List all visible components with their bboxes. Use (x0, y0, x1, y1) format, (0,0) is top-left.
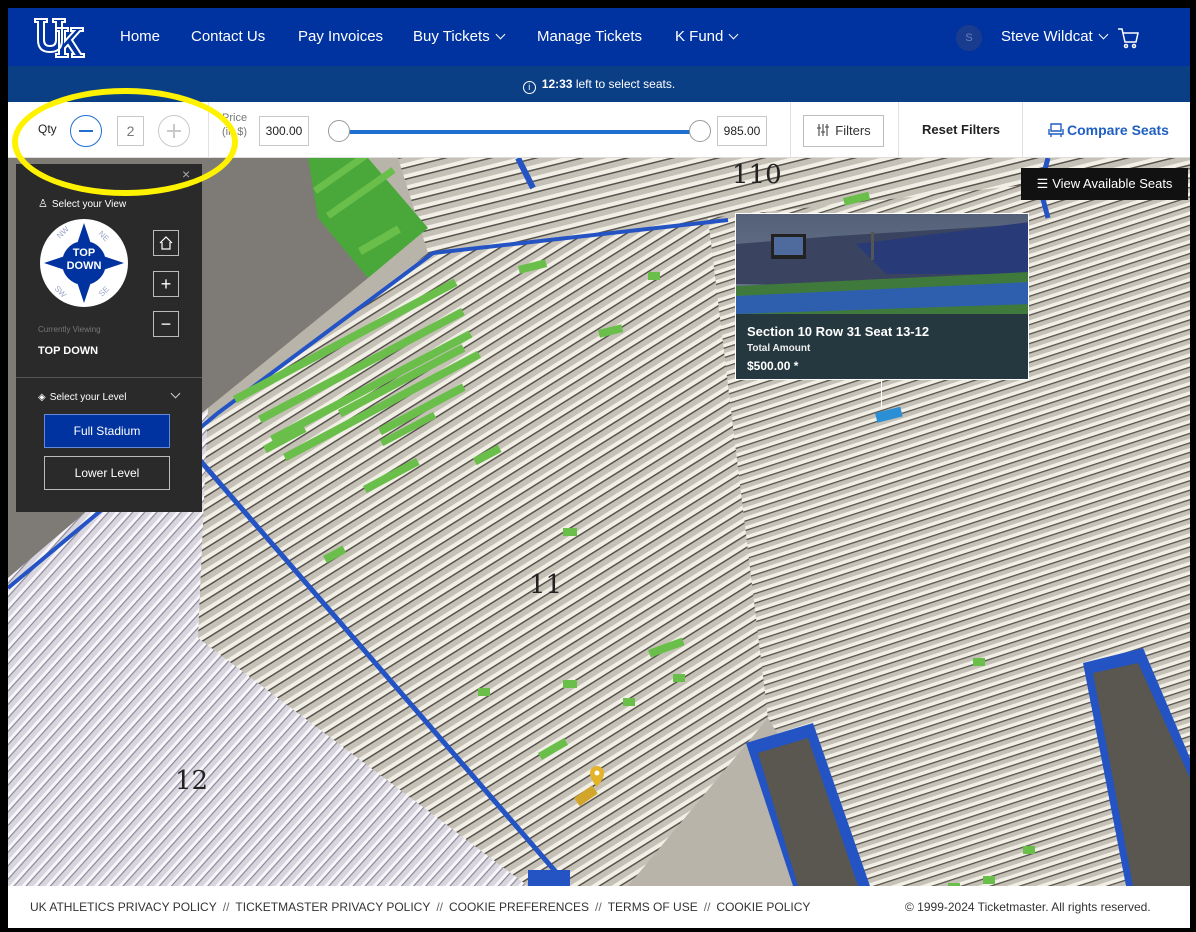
view-control-panel: × ♙ Select your View NW NE SW SE TOP DOWN … (16, 164, 202, 512)
seat-preview-card[interactable]: Section 10 Row 31 Seat 13-12 Total Amoun… (735, 213, 1029, 380)
nav-contact-us[interactable]: Contact Us (191, 28, 265, 45)
divider (790, 102, 791, 158)
select-level-label[interactable]: ◈ Select your Level (38, 392, 126, 403)
footer-separator: // (436, 900, 444, 914)
select-view-label: ♙ Select your View (38, 197, 126, 210)
section-label-12: 12 (175, 766, 209, 796)
seat-price: $500.00 * (747, 359, 799, 373)
section-label-11: 11 (529, 570, 563, 600)
layers-icon: ◈ (38, 392, 46, 403)
select-level-text: Select your Level (49, 392, 127, 403)
list-icon: ☰ (1036, 176, 1049, 191)
compass-sw: SW (53, 284, 69, 300)
nav-contact-us-label: Contact Us (191, 28, 266, 45)
stadium-view-image (736, 214, 1028, 379)
nav-pay-invoices[interactable]: Pay Invoices (298, 28, 383, 45)
footer-separator: // (222, 900, 230, 914)
card-pointer-line (881, 380, 882, 408)
nav-manage-tickets-label: Manage Tickets (537, 28, 643, 45)
footer: UK ATHLETICS PRIVACY POLICY // TICKETMASTE… (8, 886, 1190, 928)
home-icon (159, 236, 173, 250)
nav-home-label: Home (120, 28, 161, 45)
chevron-down-icon (495, 29, 506, 40)
select-view-text: Select your View (51, 199, 127, 210)
section-label-110: 110 (732, 160, 782, 190)
sliders-icon (817, 124, 830, 136)
home-view-button[interactable] (153, 230, 179, 256)
uk-logo[interactable] (32, 16, 88, 60)
compass-label-line1: TOP (72, 247, 96, 259)
nav-k-fund-label: K Fund (675, 28, 724, 45)
divider (1022, 102, 1023, 158)
level-lower-button[interactable]: Lower Level (44, 456, 170, 490)
price-slider-max-handle[interactable] (689, 120, 711, 142)
footer-separator: // (703, 900, 711, 914)
currently-viewing-label: Currently Viewing (38, 325, 101, 334)
nav-home[interactable]: Home (120, 28, 160, 45)
seat-section-text: Section 10 Row 31 Seat 13-12 (747, 324, 930, 339)
footer-links: UK ATHLETICS PRIVACY POLICY // TICKETMASTE… (30, 900, 810, 914)
chevron-down-icon[interactable] (170, 388, 181, 399)
reset-filters-button[interactable]: Reset Filters (922, 122, 1000, 137)
divider (898, 102, 899, 158)
top-navigation: Home Contact Us Pay Invoices Buy Tickets… (8, 8, 1190, 66)
user-menu[interactable]: Steve Wildcat (1001, 28, 1109, 45)
level-full-stadium-button[interactable]: Full Stadium (44, 414, 170, 448)
nav-manage-tickets[interactable]: Manage Tickets (537, 28, 642, 45)
price-slider-track[interactable] (338, 130, 700, 134)
chevron-down-icon (728, 29, 739, 40)
copyright: © 1999-2024 Ticketmaster. All rights res… (905, 900, 1151, 914)
price-slider-min-handle[interactable] (328, 120, 350, 142)
compass-label-line2: DOWN (66, 260, 102, 272)
chevron-down-icon (1098, 29, 1109, 40)
price-max-input[interactable]: 985.00 (717, 116, 767, 146)
footer-separator: // (595, 900, 602, 914)
footer-link-uk-privacy[interactable]: UK ATHLETICS PRIVACY POLICY (30, 900, 217, 914)
compare-seats-label: Compare Seats (1067, 122, 1169, 138)
total-amount-label: Total Amount (747, 343, 811, 354)
compass-se: SE (97, 285, 111, 299)
currently-viewing-value: TOP DOWN (38, 345, 99, 357)
zoom-out-button[interactable]: − (153, 311, 179, 337)
chair-icon (1048, 123, 1064, 137)
compass-control[interactable]: NW NE SW SE TOP DOWN (40, 219, 128, 307)
info-icon: i (522, 81, 536, 94)
compass-ne: NE (97, 229, 111, 243)
avatar[interactable]: S (956, 25, 982, 51)
nav-buy-tickets[interactable]: Buy Tickets (413, 28, 506, 45)
nav-k-fund[interactable]: K Fund (675, 28, 739, 45)
compare-seats-button[interactable]: Compare Seats (1048, 122, 1169, 138)
view-available-label: View Available Seats (1052, 176, 1173, 191)
compass-nw: NW (55, 224, 71, 240)
nav-buy-tickets-label: Buy Tickets (413, 28, 490, 45)
person-icon: ♙ (38, 198, 48, 210)
app-frame: Home Contact Us Pay Invoices Buy Tickets… (8, 8, 1190, 928)
user-name: Steve Wildcat (1001, 28, 1093, 45)
divider (16, 377, 202, 378)
zoom-in-button[interactable]: + (153, 271, 179, 297)
compass-label: TOP DOWN (40, 247, 128, 273)
footer-link-cookie-policy[interactable]: COOKIE POLICY (716, 900, 810, 914)
cart-icon[interactable] (1116, 26, 1140, 50)
nav-pay-invoices-label: Pay Invoices (298, 28, 384, 45)
footer-link-tm-privacy[interactable]: TICKETMASTER PRIVACY POLICY (235, 900, 430, 914)
filters-button[interactable]: Filters (803, 115, 884, 147)
timer-suffix: left to select seats. (572, 77, 676, 91)
footer-link-terms[interactable]: TERMS OF USE (608, 900, 698, 914)
footer-link-cookie-preferences[interactable]: COOKIE PREFERENCES (449, 900, 589, 914)
price-min-input[interactable]: 300.00 (259, 116, 309, 146)
timer-time: 12:33 (541, 77, 573, 91)
highlight-circle (12, 88, 238, 196)
filters-label: Filters (835, 123, 871, 138)
view-available-seats-button[interactable]: ☰ View Available Seats (1021, 168, 1188, 200)
